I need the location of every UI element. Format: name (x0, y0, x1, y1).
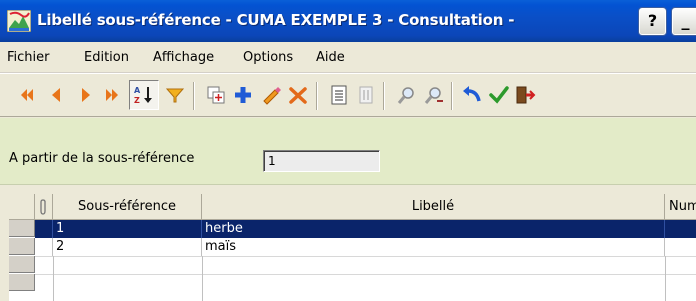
row-selector[interactable] (9, 274, 35, 291)
validate-icon[interactable] (488, 84, 510, 106)
attachment-column-header[interactable] (35, 194, 53, 220)
grid-line (202, 256, 203, 301)
svg-text:A: A (134, 86, 141, 95)
row-header-corner (9, 194, 35, 220)
grid-line (35, 274, 696, 275)
first-icon[interactable] (16, 84, 38, 106)
print-icon[interactable] (355, 84, 377, 106)
menu-bar: Fichier Edition Affichage Options Aide (0, 42, 696, 73)
column-header-num[interactable]: Num (665, 194, 696, 220)
sous-reference-input[interactable]: 1 (263, 150, 380, 172)
delete-icon[interactable] (287, 84, 309, 106)
filter-label: A partir de la sous-référence (9, 151, 195, 166)
app-icon (7, 10, 31, 32)
attachment-cell (35, 238, 53, 256)
undo-icon[interactable] (461, 84, 483, 106)
next-icon[interactable] (74, 84, 96, 106)
toolbar-separator (383, 82, 385, 110)
row-selector[interactable] (9, 256, 35, 273)
svg-text:Z: Z (134, 96, 140, 105)
toolbar-separator (193, 82, 195, 110)
toolbar-separator (316, 82, 318, 110)
cell-num[interactable] (665, 238, 696, 256)
search-next-icon[interactable] (423, 84, 445, 106)
table-row[interactable]: 1 herbe (35, 220, 696, 238)
cell-sous-reference[interactable]: 1 (53, 220, 202, 238)
cell-num[interactable] (665, 220, 696, 238)
toolbar-separator (451, 82, 453, 110)
cell-libelle[interactable]: maïs (202, 238, 665, 256)
menu-affichage[interactable]: Affichage (153, 50, 214, 65)
minimize-button[interactable]: _ (672, 8, 696, 35)
menu-aide[interactable]: Aide (316, 50, 345, 65)
menu-fichier[interactable]: Fichier (7, 50, 50, 65)
cell-libelle[interactable]: herbe (202, 220, 665, 238)
paperclip-icon (39, 199, 46, 215)
cell-sous-reference[interactable]: 2 (53, 238, 202, 256)
grid-line (53, 256, 54, 301)
edit-icon[interactable] (260, 84, 282, 106)
table-row[interactable]: 2 maïs (35, 238, 696, 256)
previous-icon[interactable] (46, 84, 68, 106)
column-header-libelle[interactable]: Libellé (202, 194, 665, 220)
grid-line (35, 256, 696, 257)
title-bar[interactable]: Libellé sous-référence - CUMA EXEMPLE 3 … (0, 0, 696, 42)
search-icon[interactable] (396, 84, 418, 106)
filter-panel: A partir de la sous-référence 1 (0, 118, 696, 185)
menu-edition[interactable]: Edition (84, 50, 129, 65)
menu-options[interactable]: Options (243, 50, 293, 65)
duplicate-icon[interactable] (205, 84, 227, 106)
column-header-sous-reference[interactable]: Sous-référence (53, 194, 202, 220)
window-title: Libellé sous-référence - CUMA EXEMPLE 3 … (37, 11, 515, 29)
add-icon[interactable] (232, 84, 254, 106)
row-selector[interactable] (9, 220, 35, 237)
help-button[interactable]: ? (639, 8, 666, 35)
data-grid: Sous-référence Libellé Num 1 herbe 2 maï… (9, 194, 696, 301)
last-icon[interactable] (101, 84, 123, 106)
sort-icon[interactable]: A Z (133, 84, 155, 106)
toolbar: A Z (0, 73, 696, 117)
row-selector[interactable] (9, 238, 35, 255)
list-icon[interactable] (328, 84, 350, 106)
attachment-cell (35, 220, 53, 238)
exit-icon[interactable] (514, 84, 536, 106)
grid-line (665, 256, 666, 301)
filter-icon[interactable] (164, 84, 186, 106)
